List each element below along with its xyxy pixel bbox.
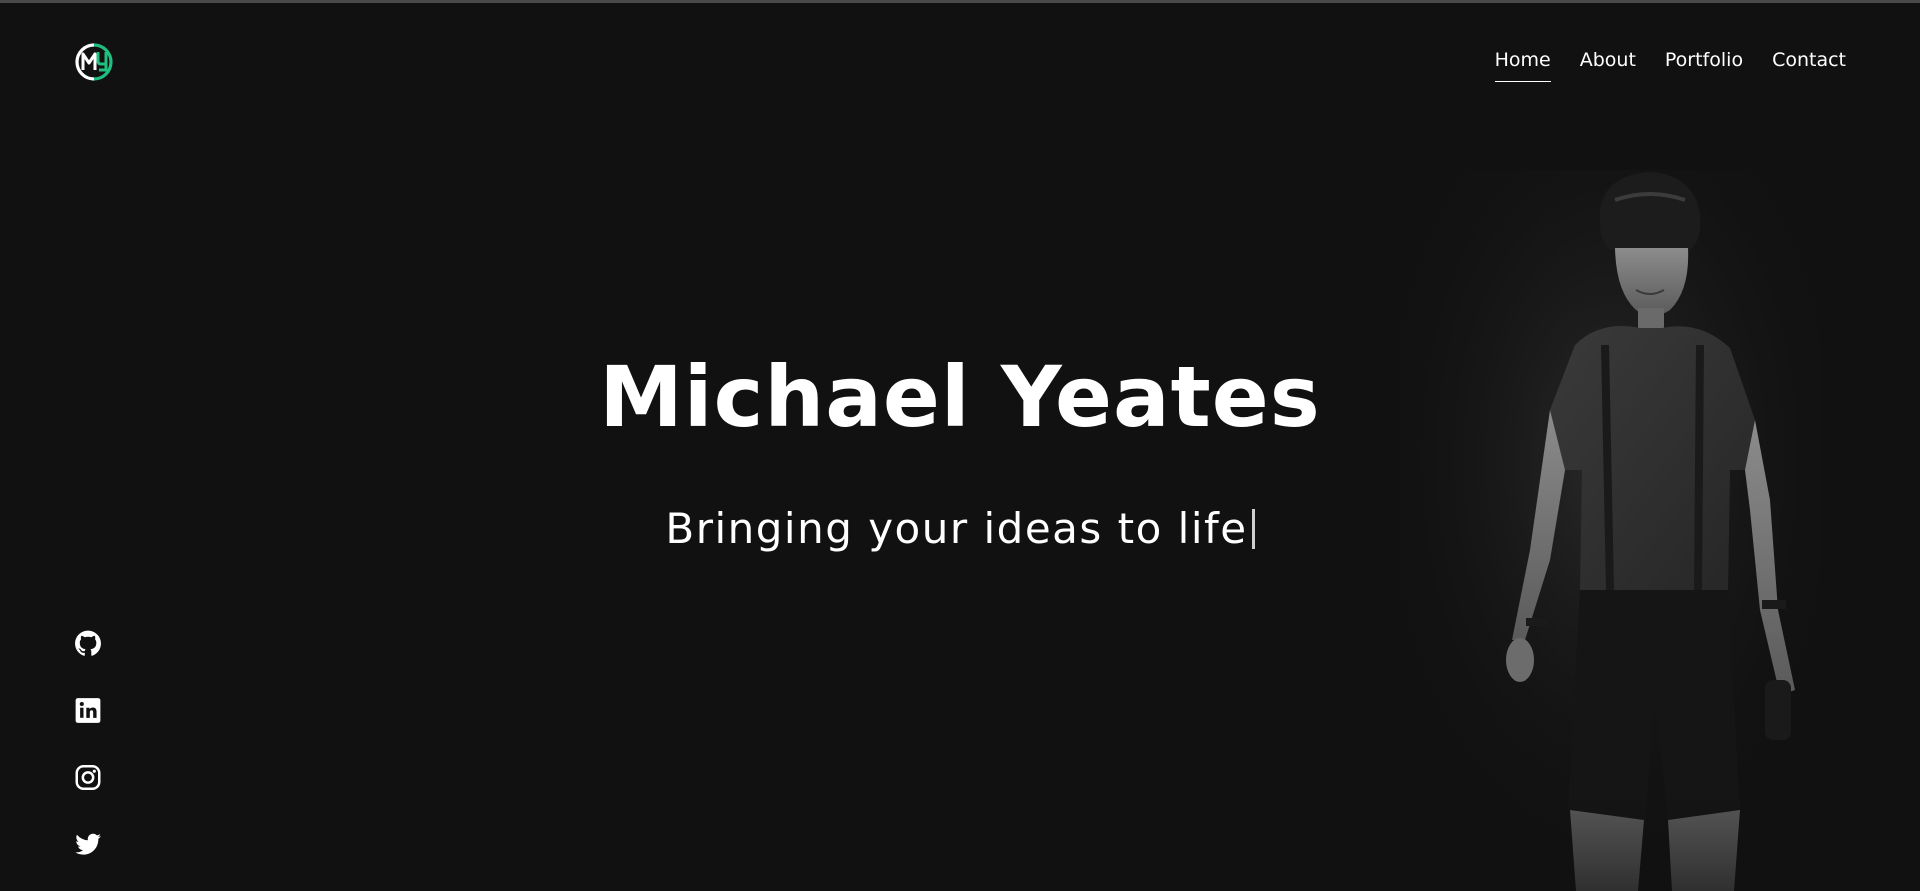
social-links [74,630,102,858]
instagram-icon[interactable] [74,764,102,791]
github-icon[interactable] [74,630,102,657]
hero-subtitle-text: Bringing your ideas to life [665,504,1248,553]
logo-icon[interactable] [74,42,114,82]
hero-subtitle: Bringing your ideas to life [0,503,1920,555]
nav-contact[interactable]: Contact [1772,48,1846,82]
hero-title: Michael Yeates [599,348,1321,446]
typing-cursor [1251,509,1255,549]
twitter-icon[interactable] [74,831,102,858]
nav-home[interactable]: Home [1494,48,1551,82]
nav-about[interactable]: About [1580,48,1636,82]
nav-portfolio[interactable]: Portfolio [1665,48,1743,82]
page: Home About Portfolio Contact Michael Yea… [0,0,1920,891]
main-nav: Home About Portfolio Contact [1494,48,1846,82]
browser-top-border [0,0,1920,3]
linkedin-icon[interactable] [74,697,102,724]
